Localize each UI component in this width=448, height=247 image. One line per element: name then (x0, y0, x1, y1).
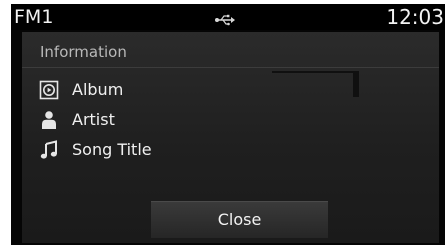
clock: 12:03 (386, 5, 444, 29)
artist-icon (39, 110, 59, 130)
radio-mode-label: FM1 (14, 6, 54, 28)
background-shadow-tick (353, 71, 359, 97)
artist-label: Artist (72, 110, 115, 129)
head-unit-screen: FM1 12:03 Information Album Artist Song … (11, 4, 445, 245)
info-row-song-title: Song Title (39, 139, 339, 161)
usb-icon (214, 11, 236, 26)
album-icon (39, 80, 59, 100)
background-shadow (272, 71, 356, 73)
info-row-album: Album (39, 79, 339, 101)
title-divider (22, 67, 439, 68)
close-button[interactable]: Close (151, 201, 328, 238)
album-label: Album (72, 80, 124, 99)
song-title-label: Song Title (72, 140, 152, 159)
music-note-icon (39, 140, 59, 160)
status-bar: FM1 12:03 (11, 4, 445, 30)
popup-title: Information (40, 43, 127, 61)
info-row-artist: Artist (39, 109, 339, 131)
information-popup: Information Album Artist Song Title Clos… (22, 32, 439, 243)
